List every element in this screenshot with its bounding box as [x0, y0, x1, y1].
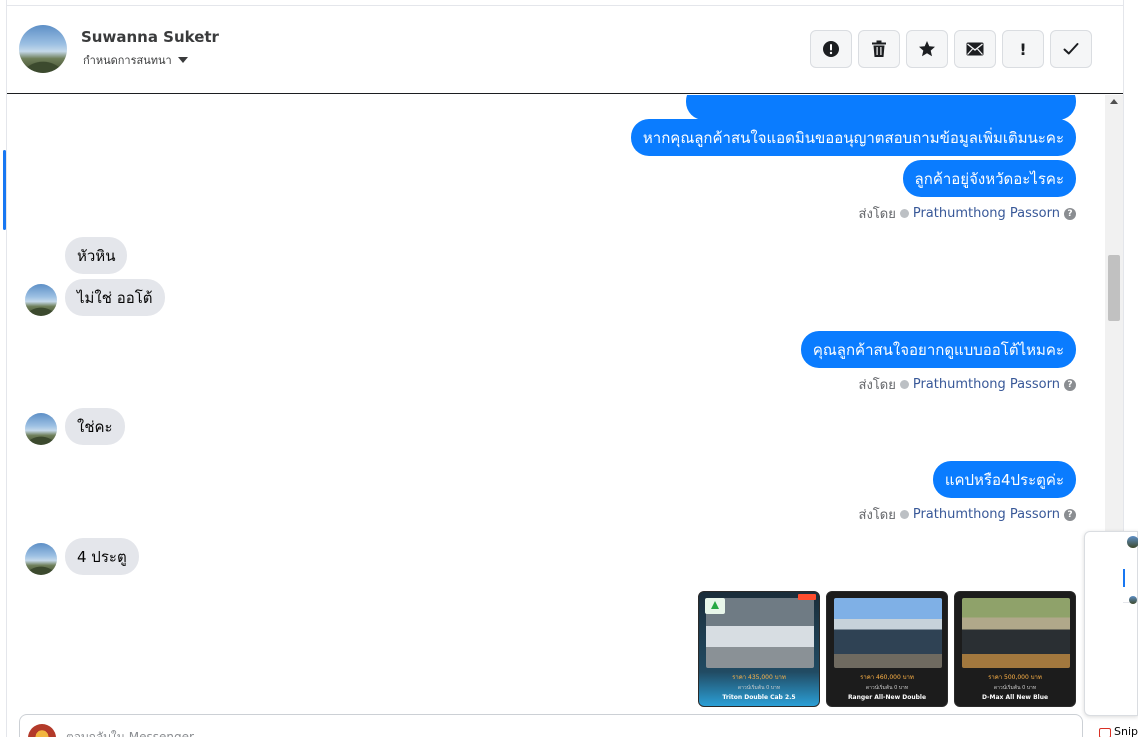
dealer-logo-icon [705, 598, 725, 614]
right-panel-edge [1123, 0, 1138, 531]
status-dot-icon [899, 380, 909, 389]
incoming-message[interactable]: หัวหิน [65, 237, 128, 274]
page-avatar [28, 724, 56, 737]
header-action-toolbar: ! [810, 30, 1092, 68]
sent-by-label: ส่งโดย [858, 508, 896, 523]
exclamation-circle-icon [823, 41, 839, 57]
status-dot-icon [899, 510, 909, 519]
incoming-message[interactable]: 4 ประตู [65, 538, 139, 575]
sale-tag-badge [798, 594, 816, 600]
report-button[interactable] [810, 30, 852, 68]
contact-avatar-small[interactable] [25, 413, 57, 445]
left-sidebar-strip [0, 0, 7, 737]
agent-name-link[interactable]: Prathumthong Passorn [913, 377, 1060, 392]
car-image-card[interactable]: ราคา 435,000 บาท ดาวน์เริ่มต้น 0 บาท Tri… [698, 591, 820, 707]
car-note: ดาวน์เริ่มต้น 0 บาท [737, 685, 781, 691]
car-price: ราคา 460,000 บาท [860, 674, 914, 681]
contact-avatar-small[interactable] [25, 543, 57, 575]
sent-by-line: ส่งโดย Prathumthong Passorn ? [859, 504, 1076, 525]
contact-avatar-small[interactable] [25, 284, 57, 316]
car-price: ราคา 500,000 บาท [988, 674, 1042, 681]
car-model: Ranger All-New Double [847, 694, 927, 701]
important-button[interactable]: ! [1002, 30, 1044, 68]
contact-name[interactable]: Suwanna Suketr [81, 28, 219, 46]
done-button[interactable] [1050, 30, 1092, 68]
trash-icon [872, 40, 886, 57]
agent-name-link[interactable]: Prathumthong Passorn [913, 206, 1060, 221]
conversation-setting-label: กำหนดการสนทนา [83, 54, 172, 67]
outgoing-message[interactable]: แคปหรือ4ประตูค่ะ [932, 461, 1076, 498]
car-note: ดาวน์เริ่มต้น 0 บาท [993, 685, 1037, 691]
agent-name-link[interactable]: Prathumthong Passorn [913, 507, 1060, 522]
popup-avatar[interactable] [1127, 536, 1138, 548]
incoming-message[interactable]: ใช่คะ [65, 408, 125, 445]
car-photo [834, 598, 942, 668]
reply-input[interactable] [66, 728, 666, 737]
car-image-card[interactable]: ราคา 500,000 บาท ดาวน์เริ่มต้น 0 บาท D-M… [954, 591, 1076, 707]
help-icon[interactable]: ? [1064, 207, 1076, 220]
car-model: D-Max All New Blue [981, 694, 1049, 701]
mark-unread-button[interactable] [954, 30, 996, 68]
star-button[interactable] [906, 30, 948, 68]
incoming-message[interactable]: ไม่ใช่ ออโต้ [65, 279, 165, 316]
popup-avatar-small[interactable] [1129, 596, 1137, 604]
car-price: ราคา 435,000 บาท [732, 674, 786, 681]
car-model: Triton Double Cab 2.5 [722, 694, 796, 701]
check-icon [1063, 43, 1079, 55]
status-dot-icon [899, 209, 909, 218]
scroll-up-arrow-icon[interactable] [1110, 99, 1118, 104]
contact-avatar[interactable] [19, 25, 67, 73]
car-image-attachments: ราคา 435,000 บาท ดาวน์เริ่มต้น 0 บาท Tri… [698, 591, 1076, 707]
floating-chat-panel[interactable] [1084, 531, 1138, 716]
conversation-setting-dropdown[interactable]: กำหนดการสนทนา [83, 51, 188, 69]
outgoing-message[interactable]: คุณลูกค้าสนใจอยากดูแบบออโต้ไหมคะ [800, 331, 1076, 368]
outgoing-message-partial [686, 95, 1076, 120]
sent-by-label: ส่งโดย [858, 207, 896, 222]
sent-by-label: ส่งโดย [858, 378, 896, 393]
message-thread[interactable]: หากคุณลูกค้าสนใจแอดมินขออนุญาตสอบถามข้อม… [7, 95, 1105, 707]
help-icon[interactable]: ? [1064, 508, 1076, 521]
scrollbar-thumb[interactable] [1108, 255, 1120, 321]
outgoing-message[interactable]: ลูกค้าอยู่จังหวัดอะไรคะ [902, 160, 1076, 197]
conversation-header: Suwanna Suketr กำหนดการสนทนา ! [7, 5, 1123, 94]
popup-active-indicator [1123, 569, 1125, 587]
envelope-icon [966, 42, 984, 56]
snip-taskbar-item[interactable]: Snip [1098, 725, 1138, 737]
sent-by-line: ส่งโดย Prathumthong Passorn ? [859, 203, 1076, 224]
exclamation-icon: ! [1019, 39, 1027, 59]
scissors-icon [1098, 726, 1111, 737]
car-note: ดาวน์เริ่มต้น 0 บาท [865, 685, 909, 691]
star-icon [919, 41, 935, 57]
active-conversation-indicator [3, 150, 6, 230]
outgoing-message[interactable]: หากคุณลูกค้าสนใจแอดมินขออนุญาตสอบถามข้อม… [630, 119, 1076, 156]
car-image-card[interactable]: ราคา 460,000 บาท ดาวน์เริ่มต้น 0 บาท Ran… [826, 591, 948, 707]
car-photo [962, 598, 1070, 668]
sent-by-line: ส่งโดย Prathumthong Passorn ? [859, 374, 1076, 395]
caret-down-icon [177, 57, 188, 63]
snip-label: Snip [1114, 725, 1138, 737]
delete-button[interactable] [858, 30, 900, 68]
help-icon[interactable]: ? [1064, 378, 1076, 391]
reply-composer [19, 714, 1083, 737]
